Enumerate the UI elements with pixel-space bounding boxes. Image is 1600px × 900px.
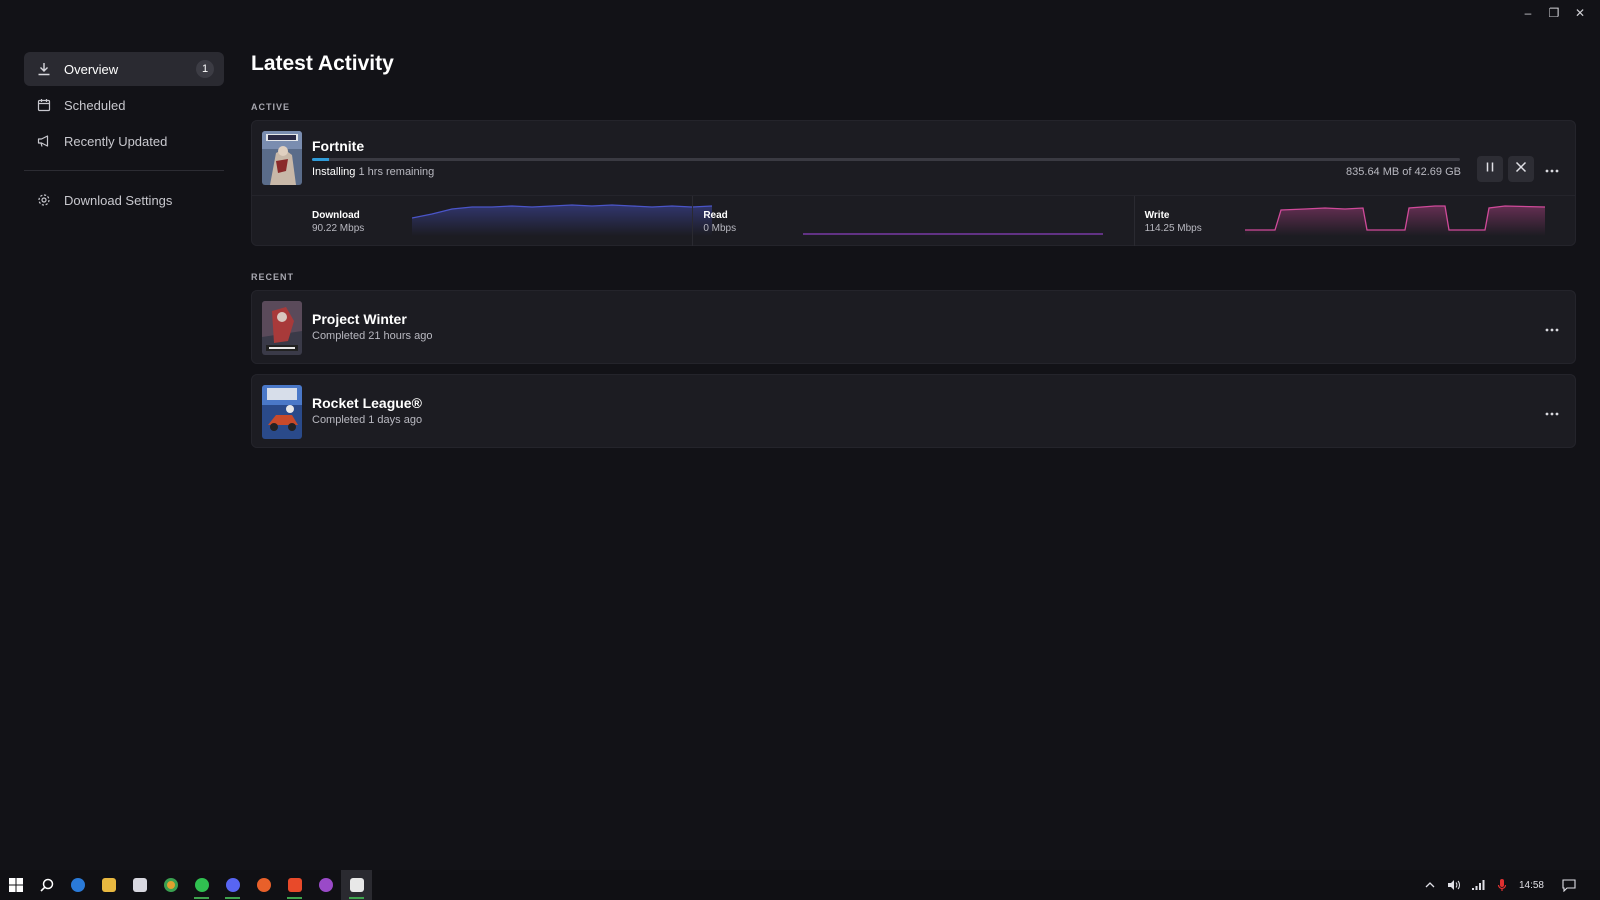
stat-download: Download 90.22 Mbps bbox=[252, 196, 712, 246]
volume-icon[interactable] bbox=[1447, 878, 1461, 892]
pause-icon bbox=[1484, 160, 1496, 178]
taskbar: 14:58 bbox=[0, 870, 1600, 900]
title-bar: – ❐ ✕ bbox=[0, 0, 1600, 26]
gear-icon bbox=[36, 192, 52, 208]
page-title: Latest Activity bbox=[251, 52, 394, 75]
edge-icon[interactable] bbox=[62, 870, 93, 900]
active-more-options-button[interactable] bbox=[1540, 159, 1564, 179]
search-icon[interactable] bbox=[31, 870, 62, 900]
sidebar-item-download-settings[interactable]: Download Settings bbox=[24, 183, 224, 217]
sidebar-item-label: Download Settings bbox=[64, 192, 173, 208]
chevron-up-icon[interactable] bbox=[1423, 878, 1437, 892]
calendar-icon bbox=[36, 97, 52, 113]
download-size: 835.64 MB of 42.69 GB bbox=[1346, 166, 1461, 178]
epic-games-icon[interactable] bbox=[341, 870, 372, 900]
recent-game-name: Project Winter bbox=[312, 311, 407, 327]
stat-write-label: Write bbox=[1144, 210, 1170, 221]
window-controls: – ❐ ✕ bbox=[1518, 4, 1590, 22]
windows-start-icon[interactable] bbox=[0, 870, 31, 900]
active-status-line: Installing 1 hrs remaining bbox=[312, 166, 434, 178]
sidebar-item-overview[interactable]: Overview 1 bbox=[24, 52, 224, 86]
sidebar-item-recently-updated[interactable]: Recently Updated bbox=[24, 124, 224, 158]
time-remaining: 1 hrs remaining bbox=[358, 166, 435, 178]
megaphone-icon bbox=[36, 133, 52, 149]
cancel-download-button[interactable] bbox=[1508, 156, 1534, 182]
stat-read-label: Read bbox=[703, 210, 728, 221]
stat-read-value: 0 Mbps bbox=[703, 223, 737, 234]
section-label-recent: RECENT bbox=[251, 272, 295, 282]
recent-status: Completed 21 hours ago bbox=[312, 330, 433, 342]
install-progress-fill bbox=[312, 158, 330, 161]
sidebar-item-label: Scheduled bbox=[64, 97, 126, 113]
network-icon[interactable] bbox=[1471, 878, 1485, 892]
restore-button[interactable]: ❐ bbox=[1544, 4, 1564, 22]
active-game-name: Fortnite bbox=[312, 138, 365, 154]
pause-button[interactable] bbox=[1477, 156, 1503, 182]
more-horizontal-icon bbox=[1545, 403, 1559, 421]
stat-read: Read 0 Mbps bbox=[692, 196, 1133, 246]
stat-write: Write 114.25 Mbps bbox=[1133, 196, 1575, 246]
tor-icon[interactable] bbox=[310, 870, 341, 900]
section-label-active: ACTIVE bbox=[251, 102, 291, 112]
read-graph bbox=[803, 233, 1104, 235]
file-explorer-icon[interactable] bbox=[93, 870, 124, 900]
microphone-icon[interactable] bbox=[1495, 878, 1509, 892]
download-stats: Download 90.22 Mbps Read 0 Mbps Write 11… bbox=[252, 195, 1575, 246]
active-status: Installing bbox=[312, 166, 356, 178]
sidebar-item-label: Recently Updated bbox=[64, 133, 168, 149]
store-icon[interactable] bbox=[124, 870, 155, 900]
recent-more-options-button[interactable] bbox=[1540, 318, 1564, 338]
discord-icon[interactable] bbox=[217, 870, 248, 900]
notification-icon[interactable] bbox=[1562, 878, 1576, 892]
recent-status: Completed 1 days ago bbox=[312, 414, 423, 426]
active-download-card: Fortnite Installing 1 hrs remaining 835.… bbox=[251, 120, 1576, 246]
write-graph bbox=[1244, 205, 1545, 236]
sidebar-divider bbox=[24, 170, 224, 171]
sidebar-item-scheduled[interactable]: Scheduled bbox=[24, 88, 224, 122]
minimize-button[interactable]: – bbox=[1518, 4, 1538, 22]
close-button[interactable]: ✕ bbox=[1570, 4, 1590, 22]
chrome-icon[interactable] bbox=[155, 870, 186, 900]
sidebar-item-label: Overview bbox=[64, 61, 119, 77]
recent-game-name: Rocket League® bbox=[312, 395, 422, 411]
recent-item-rocket-league: Rocket League® Completed 1 days ago bbox=[251, 374, 1576, 448]
project-winter-thumbnail[interactable] bbox=[262, 301, 302, 355]
system-tray: 14:58 bbox=[1423, 870, 1600, 900]
download-icon bbox=[36, 61, 52, 77]
install-progress-bar bbox=[312, 158, 1460, 161]
stat-download-value: 90.22 Mbps bbox=[312, 223, 365, 234]
stat-download-label: Download bbox=[312, 210, 360, 221]
firefox-icon[interactable] bbox=[248, 870, 279, 900]
recent-more-options-button[interactable] bbox=[1540, 402, 1564, 422]
whatsapp-icon[interactable] bbox=[186, 870, 217, 900]
stat-write-value: 114.25 Mbps bbox=[1144, 223, 1202, 234]
brave-icon[interactable] bbox=[279, 870, 310, 900]
overview-count-badge: 1 bbox=[196, 60, 214, 78]
more-horizontal-icon bbox=[1545, 319, 1559, 337]
close-icon bbox=[1515, 160, 1527, 178]
active-download-header: Fortnite Installing 1 hrs remaining 835.… bbox=[252, 121, 1575, 195]
rocket-league-thumbnail[interactable] bbox=[262, 385, 302, 439]
download-graph bbox=[412, 204, 712, 236]
more-horizontal-icon bbox=[1545, 160, 1559, 178]
recent-item-project-winter: Project Winter Completed 21 hours ago bbox=[251, 290, 1576, 364]
fortnite-thumbnail[interactable] bbox=[262, 131, 302, 185]
sidebar: Overview 1 Scheduled Recently Updated Do… bbox=[24, 52, 224, 219]
main-content: Latest Activity ACTIVE Fortnite Installi… bbox=[251, 52, 1576, 458]
clock[interactable]: 14:58 bbox=[1519, 880, 1544, 891]
